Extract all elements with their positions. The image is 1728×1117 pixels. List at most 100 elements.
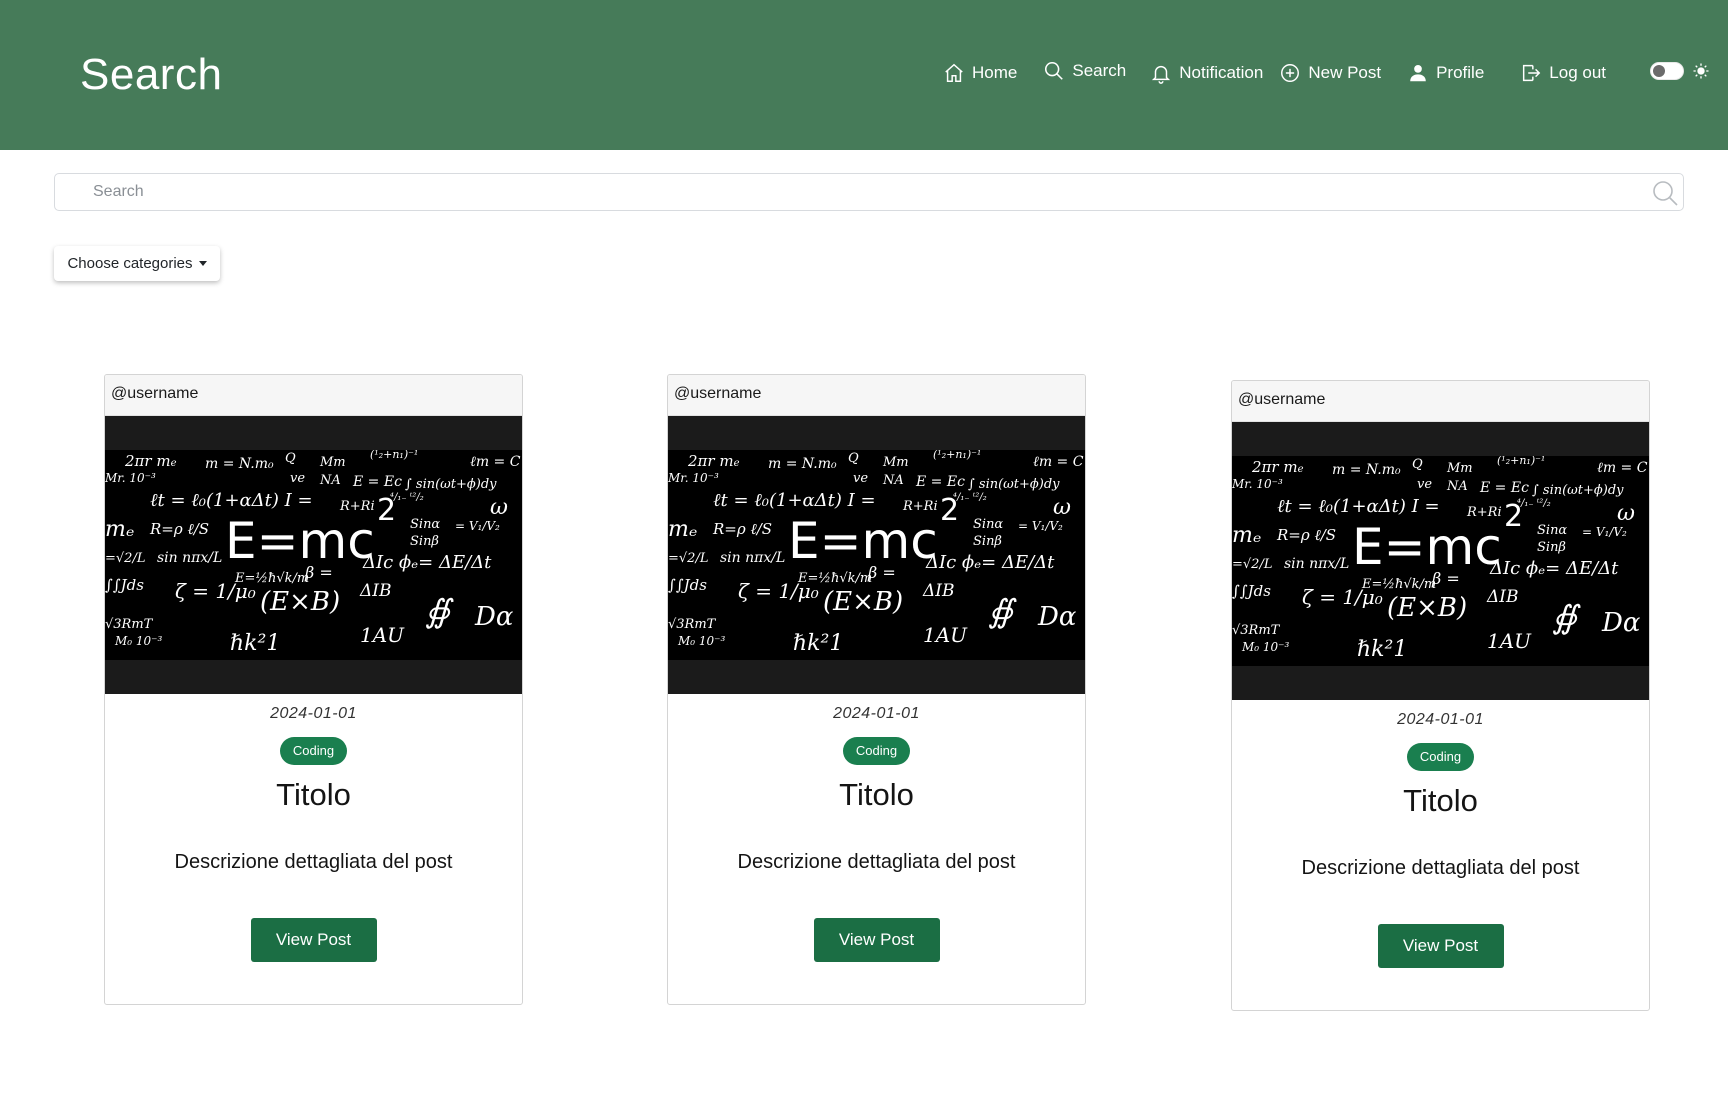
- nav-profile[interactable]: Profile: [1407, 62, 1484, 84]
- svg-text:√3RmT: √3RmT: [668, 617, 717, 632]
- svg-text:(E×B): (E×B): [260, 587, 340, 617]
- toggle-knob: [1653, 65, 1665, 77]
- svg-text:M₀ 10⁻³: M₀ 10⁻³: [114, 634, 163, 648]
- svg-text:E = Ec: E = Ec: [352, 474, 402, 490]
- search-icon[interactable]: [1651, 179, 1679, 207]
- svg-text:E=mc: E=mc: [1352, 518, 1502, 576]
- view-post-button[interactable]: View Post: [1377, 924, 1504, 968]
- svg-text:=√2/L: =√2/L: [668, 551, 708, 566]
- svg-text:2πr me: 2πr me: [1251, 458, 1304, 476]
- categories-label: Choose categories: [67, 255, 193, 272]
- view-post-button[interactable]: View Post: [250, 918, 377, 962]
- sun-icon: [1693, 63, 1709, 79]
- svg-text:Mr. 10⁻³: Mr. 10⁻³: [105, 471, 156, 485]
- svg-text:ΔIc ϕₑ= ΔE/Δt: ΔIc ϕₑ= ΔE/Δt: [925, 552, 1055, 573]
- svg-text:= V₁/V₂: = V₁/V₂: [1018, 519, 1063, 533]
- home-icon: [945, 63, 963, 82]
- post-title: Titolo: [276, 777, 351, 812]
- svg-text:(¹₂+n₁)⁻¹: (¹₂+n₁)⁻¹: [933, 450, 981, 461]
- svg-text:2: 2: [940, 493, 959, 528]
- post-title: Titolo: [1403, 783, 1478, 818]
- svg-text:1AU: 1AU: [360, 623, 405, 647]
- svg-text:Mr. 10⁻³: Mr. 10⁻³: [1232, 477, 1283, 491]
- svg-text:mₑ: mₑ: [105, 517, 134, 542]
- nav-new-post-label: New Post: [1308, 63, 1382, 82]
- post-card: @username 2πr me m = N.m₀ Q Mm (¹₂+n₁)⁻¹…: [667, 374, 1086, 1005]
- category-badge: Coding: [842, 737, 911, 765]
- svg-text:=√2/L: =√2/L: [1232, 557, 1272, 572]
- nav-notification[interactable]: Notification: [1150, 62, 1263, 84]
- post-date: 2024-01-01: [270, 705, 357, 722]
- svg-text:ℓt = ℓ₀(1+αΔt) I =: ℓt = ℓ₀(1+αΔt) I =: [1277, 496, 1440, 517]
- theme-toggle[interactable]: [1650, 62, 1684, 80]
- svg-text:(¹₂+n₁)⁻¹: (¹₂+n₁)⁻¹: [1497, 456, 1545, 467]
- svg-text:Dα: Dα: [474, 602, 514, 632]
- svg-text:ℓm = C: ℓm = C: [1597, 460, 1648, 476]
- category-badge: Coding: [279, 737, 348, 765]
- svg-text:1AU: 1AU: [923, 623, 968, 647]
- equations-chalkboard-image: 2πr me m = N.m₀ Q Mm (¹₂+n₁)⁻¹ ℓm = C Mr…: [105, 450, 522, 660]
- svg-text:R=ρ ℓ/S: R=ρ ℓ/S: [1276, 526, 1336, 544]
- nav-logout[interactable]: Log out: [1520, 62, 1606, 84]
- svg-text:ΔIB: ΔIB: [1486, 587, 1519, 607]
- svg-text:m = N.m₀: m = N.m₀: [1332, 462, 1401, 478]
- post-description: Descrizione dettagliata del post: [1301, 857, 1580, 879]
- svg-text:sin nπx/L: sin nπx/L: [157, 550, 222, 566]
- svg-text:NA: NA: [882, 473, 904, 488]
- post-date: 2024-01-01: [1397, 711, 1484, 728]
- svg-text:M₀ 10⁻³: M₀ 10⁻³: [677, 634, 726, 648]
- svg-text:E = Ec: E = Ec: [915, 474, 965, 490]
- search-bar: [54, 173, 1684, 211]
- logout-icon: [1523, 64, 1541, 82]
- post-date: 2024-01-01: [833, 705, 920, 722]
- svg-text:√3RmT: √3RmT: [105, 617, 154, 632]
- svg-text:ve: ve: [853, 471, 868, 486]
- svg-text:Dα: Dα: [1601, 608, 1641, 638]
- svg-text:1AU: 1AU: [1487, 629, 1532, 653]
- svg-text:∯: ∯: [988, 592, 1017, 630]
- equations-chalkboard-image: 2πr me m = N.m₀ Q Mm (¹₂+n₁)⁻¹ ℓm = C Mr…: [1232, 456, 1649, 666]
- nav-new-post[interactable]: New Post: [1279, 62, 1381, 84]
- search-input[interactable]: [93, 174, 1633, 210]
- svg-text:Mm: Mm: [319, 455, 346, 470]
- svg-text:E=mc: E=mc: [788, 512, 938, 570]
- svg-text:ζ = 1/μ₀: ζ = 1/μ₀: [175, 579, 256, 603]
- svg-text:∫∫Jds: ∫∫Jds: [668, 576, 707, 594]
- nav-search[interactable]: Search: [1043, 60, 1126, 82]
- svg-text:ℓt = ℓ₀(1+αΔt) I =: ℓt = ℓ₀(1+αΔt) I =: [150, 490, 313, 511]
- svg-text:ζ = 1/μ₀: ζ = 1/μ₀: [1302, 585, 1383, 609]
- svg-text:Sinβ: Sinβ: [1537, 540, 1566, 555]
- svg-text:∫ sin(ωt+ϕ)dy: ∫ sin(ωt+ϕ)dy: [1532, 483, 1624, 498]
- svg-text:R=ρ ℓ/S: R=ρ ℓ/S: [712, 520, 772, 538]
- post-image: 2πr me m = N.m₀ Q Mm (¹₂+n₁)⁻¹ ℓm = C Mr…: [668, 416, 1085, 694]
- post-description: Descrizione dettagliata del post: [174, 851, 453, 873]
- svg-text:ω: ω: [1053, 495, 1071, 520]
- svg-text:ΔIB: ΔIB: [359, 581, 392, 601]
- svg-text:mₑ: mₑ: [668, 517, 697, 542]
- svg-text:NA: NA: [319, 473, 341, 488]
- post-description: Descrizione dettagliata del post: [737, 851, 1016, 873]
- svg-text:ℓm = C: ℓm = C: [1033, 454, 1084, 470]
- svg-text:ℓt = ℓ₀(1+αΔt) I =: ℓt = ℓ₀(1+αΔt) I =: [713, 490, 876, 511]
- svg-text:= V₁/V₂: = V₁/V₂: [1582, 525, 1627, 539]
- caret-down-icon: [198, 261, 207, 266]
- top-navbar: Search Home Search Notification New Post…: [0, 0, 1728, 150]
- svg-text:2: 2: [377, 493, 396, 528]
- svg-text:Sinβ: Sinβ: [973, 534, 1002, 549]
- nav-home[interactable]: Home: [943, 62, 1017, 84]
- svg-text:(¹₂+n₁)⁻¹: (¹₂+n₁)⁻¹: [370, 450, 418, 461]
- svg-text:2πr me: 2πr me: [687, 452, 740, 470]
- svg-text:(E×B): (E×B): [1387, 593, 1467, 623]
- svg-text:Q: Q: [1412, 457, 1423, 472]
- view-post-button[interactable]: View Post: [813, 918, 940, 962]
- card-username: @username: [668, 375, 1085, 416]
- svg-text:Sinα: Sinα: [410, 517, 440, 532]
- post-card: @username 2πr me m = N.m₀ Q Mm (¹₂+n₁)⁻¹…: [104, 374, 523, 1005]
- card-username: @username: [105, 375, 522, 416]
- svg-text:Mr. 10⁻³: Mr. 10⁻³: [668, 471, 719, 485]
- svg-text:= V₁/V₂: = V₁/V₂: [455, 519, 500, 533]
- svg-text:sin nπx/L: sin nπx/L: [1284, 556, 1349, 572]
- categories-dropdown[interactable]: Choose categories: [54, 246, 220, 281]
- post-card: @username 2πr me m = N.m₀ Q Mm (¹₂+n₁)⁻¹…: [1231, 380, 1650, 1011]
- svg-text:2πr me: 2πr me: [124, 452, 177, 470]
